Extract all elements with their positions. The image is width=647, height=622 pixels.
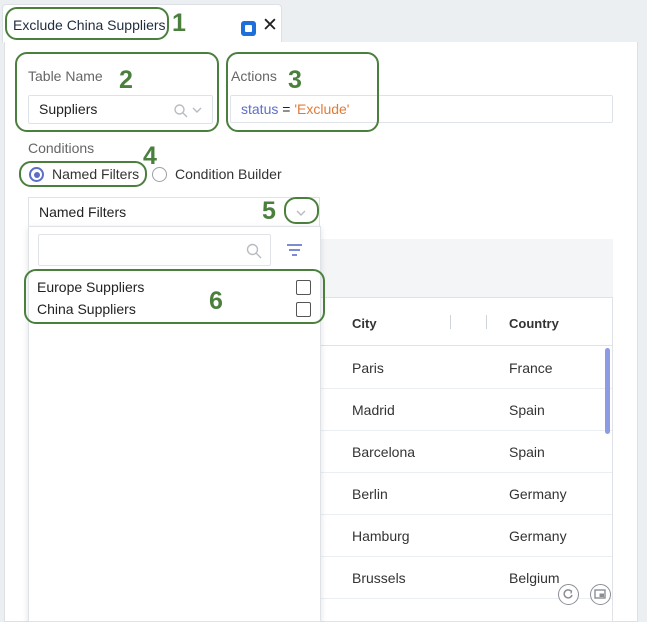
close-icon[interactable]: ✕ — [262, 16, 278, 36]
annotation-box-4 — [19, 161, 147, 187]
annotation-box-2 — [15, 52, 219, 132]
column-header-city[interactable]: City — [352, 316, 377, 331]
picture-in-picture-icon[interactable] — [590, 584, 611, 605]
annotation-box-1 — [5, 7, 169, 40]
annotation-number-3: 3 — [288, 66, 302, 94]
annotation-number-4: 4 — [143, 142, 157, 170]
cell-city: Berlin — [352, 486, 388, 502]
pin-icon[interactable] — [241, 21, 256, 36]
annotation-number-2: 2 — [119, 66, 133, 94]
cell-city: Barcelona — [352, 444, 416, 460]
condition-builder-radio-label: Condition Builder — [175, 166, 282, 182]
cell-city: Madrid — [352, 402, 395, 418]
annotation-box-3 — [226, 52, 379, 132]
annotation-number-5: 5 — [262, 197, 276, 225]
cell-country: Germany — [509, 486, 567, 502]
refresh-icon[interactable] — [558, 584, 579, 605]
search-icon — [246, 243, 262, 259]
cell-country: Spain — [509, 402, 545, 418]
grid-scrollbar[interactable] — [605, 348, 610, 434]
cell-city: Hamburg — [352, 528, 410, 544]
conditions-label: Conditions — [28, 140, 95, 156]
named-filters-dropdown-value: Named Filters — [39, 204, 127, 220]
cell-city: Paris — [352, 360, 384, 376]
annotation-number-6: 6 — [209, 287, 223, 315]
annotation-box-5 — [284, 197, 319, 224]
filter-search-input[interactable] — [38, 234, 271, 266]
named-filters-dropdown[interactable]: Named Filters — [28, 197, 320, 227]
cell-city: Brussels — [352, 570, 406, 586]
annotation-box-6 — [24, 269, 325, 324]
column-separator[interactable] — [450, 315, 451, 329]
cell-country: France — [509, 360, 553, 376]
cell-country: Germany — [509, 528, 567, 544]
cell-country: Spain — [509, 444, 545, 460]
cell-country: Belgium — [509, 570, 560, 586]
column-separator[interactable] — [486, 315, 487, 329]
annotation-number-1: 1 — [172, 9, 186, 37]
sort-icon[interactable] — [286, 243, 303, 257]
column-header-country[interactable]: Country — [509, 316, 559, 331]
